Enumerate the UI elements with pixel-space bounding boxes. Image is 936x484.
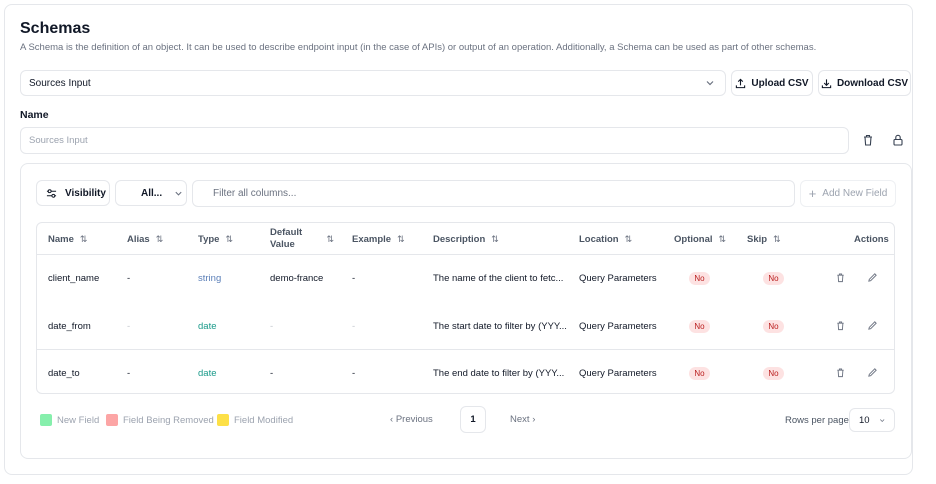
chevron-right-icon: › xyxy=(532,414,536,425)
cell-example: - xyxy=(352,368,356,379)
trash-icon[interactable] xyxy=(835,272,846,283)
lock-icon[interactable] xyxy=(891,133,905,147)
visibility-button[interactable]: Visibility xyxy=(36,180,110,206)
cell-name: client_name xyxy=(48,273,100,284)
trash-icon[interactable] xyxy=(835,320,846,331)
cell-description: The name of the client to fetc... xyxy=(433,273,564,284)
skip-badge: No xyxy=(763,367,784,380)
col-header-description[interactable]: Description ⇅ xyxy=(433,223,499,255)
skip-badge: No xyxy=(763,320,784,333)
cell-example: - xyxy=(352,273,356,284)
add-new-field-button[interactable]: + Add New Field xyxy=(800,180,896,207)
trash-icon[interactable] xyxy=(835,367,846,378)
rows-per-page-label: Rows per page xyxy=(785,415,849,426)
cell-default: - xyxy=(270,321,274,332)
cell-alias: - xyxy=(127,368,131,379)
legend-swatch xyxy=(217,414,229,426)
cell-name: date_to xyxy=(48,368,80,379)
schema-select[interactable]: Sources Input xyxy=(20,70,726,96)
legend-swatch xyxy=(40,414,52,426)
col-header-name[interactable]: Name ⇅ xyxy=(48,223,87,255)
col-header-example[interactable]: Example ⇅ xyxy=(352,223,405,255)
filter-placeholder: Filter all columns... xyxy=(213,188,297,199)
col-header-location[interactable]: Location ⇅ xyxy=(579,223,632,255)
visibility-label: Visibility xyxy=(65,187,106,199)
pencil-icon[interactable] xyxy=(867,272,878,283)
page-subtitle: A Schema is the definition of an object.… xyxy=(20,42,817,53)
filter-column-select[interactable]: All... xyxy=(115,180,187,206)
col-header-skip[interactable]: Skip ⇅ xyxy=(747,223,781,255)
sort-icon: ⇅ xyxy=(326,233,334,244)
divider xyxy=(37,349,894,350)
cell-default: - xyxy=(270,368,274,379)
cell-default: demo-france xyxy=(270,273,324,284)
next-button[interactable]: Next › xyxy=(510,414,535,425)
col-header-default[interactable]: Default Value ⇅ xyxy=(270,223,334,255)
chevron-down-icon xyxy=(879,418,884,422)
optional-badge: No xyxy=(689,320,710,333)
cell-location: Query Parameters xyxy=(579,273,657,284)
sort-icon: ⇅ xyxy=(773,233,781,244)
pencil-icon[interactable] xyxy=(867,367,878,378)
schema-select-value: Sources Input xyxy=(29,77,91,89)
page-1-button[interactable]: 1 xyxy=(460,406,486,433)
legend-field-modified: Field Modified xyxy=(217,414,293,426)
cell-location: Query Parameters xyxy=(579,321,657,332)
cell-location: Query Parameters xyxy=(579,368,657,379)
chevron-down-icon xyxy=(706,81,714,86)
optional-badge: No xyxy=(689,272,710,285)
sort-icon: ⇅ xyxy=(624,233,633,244)
name-input[interactable]: Sources Input xyxy=(20,127,849,154)
sort-icon: ⇅ xyxy=(225,233,234,244)
cell-example: - xyxy=(352,321,356,332)
optional-badge: No xyxy=(689,367,710,380)
sort-icon: ⇅ xyxy=(491,233,499,244)
legend-swatch xyxy=(106,414,118,426)
sliders-icon xyxy=(46,188,57,198)
col-header-actions: Actions xyxy=(854,233,889,245)
upload-icon xyxy=(736,78,746,88)
name-input-placeholder: Sources Input xyxy=(29,135,88,146)
cell-description: The start date to filter by (YYY... xyxy=(433,321,567,332)
previous-button[interactable]: ‹ Previous xyxy=(390,414,433,425)
sort-icon: ⇅ xyxy=(397,233,405,244)
cell-type: string xyxy=(198,273,222,284)
page-title: Schemas xyxy=(20,20,91,37)
chevron-left-icon: ‹ xyxy=(390,414,394,425)
download-icon xyxy=(821,78,832,88)
rows-per-page-value: 10 xyxy=(859,414,870,426)
sort-icon: ⇅ xyxy=(155,233,164,244)
col-header-type[interactable]: Type ⇅ xyxy=(198,223,233,255)
cell-name: date_from xyxy=(48,321,91,332)
legend-field-removed: Field Being Removed xyxy=(106,414,214,426)
filter-input[interactable]: Filter all columns... xyxy=(192,180,795,207)
chevron-down-icon xyxy=(175,191,182,196)
pencil-icon[interactable] xyxy=(867,320,878,331)
fields-table: Name ⇅ Alias ⇅ Type ⇅ Default Value ⇅ Exampl… xyxy=(36,222,895,394)
col-header-optional[interactable]: Optional ⇅ xyxy=(674,223,726,255)
cell-alias: - xyxy=(127,321,131,332)
upload-csv-label: Upload CSV xyxy=(751,77,809,89)
cell-type: date xyxy=(198,368,217,379)
name-label: Name xyxy=(20,109,49,121)
rows-per-page-select[interactable]: 10 xyxy=(849,408,895,432)
legend-new-field: New Field xyxy=(40,414,99,426)
add-new-field-label: Add New Field xyxy=(822,188,888,199)
cell-type: date xyxy=(198,321,217,332)
cell-alias: - xyxy=(127,273,131,284)
sort-icon: ⇅ xyxy=(79,233,88,244)
cell-description: The end date to filter by (YYY... xyxy=(433,368,565,379)
trash-icon[interactable] xyxy=(861,133,875,147)
col-header-alias[interactable]: Alias ⇅ xyxy=(127,223,163,255)
download-csv-label: Download CSV xyxy=(836,77,909,89)
sort-icon: ⇅ xyxy=(718,233,727,244)
divider xyxy=(37,254,894,255)
plus-icon: + xyxy=(808,186,817,201)
download-csv-button[interactable]: Download CSV xyxy=(818,70,911,96)
skip-badge: No xyxy=(763,272,784,285)
upload-csv-button[interactable]: Upload CSV xyxy=(731,70,813,96)
filter-column-value: All... xyxy=(141,187,163,199)
